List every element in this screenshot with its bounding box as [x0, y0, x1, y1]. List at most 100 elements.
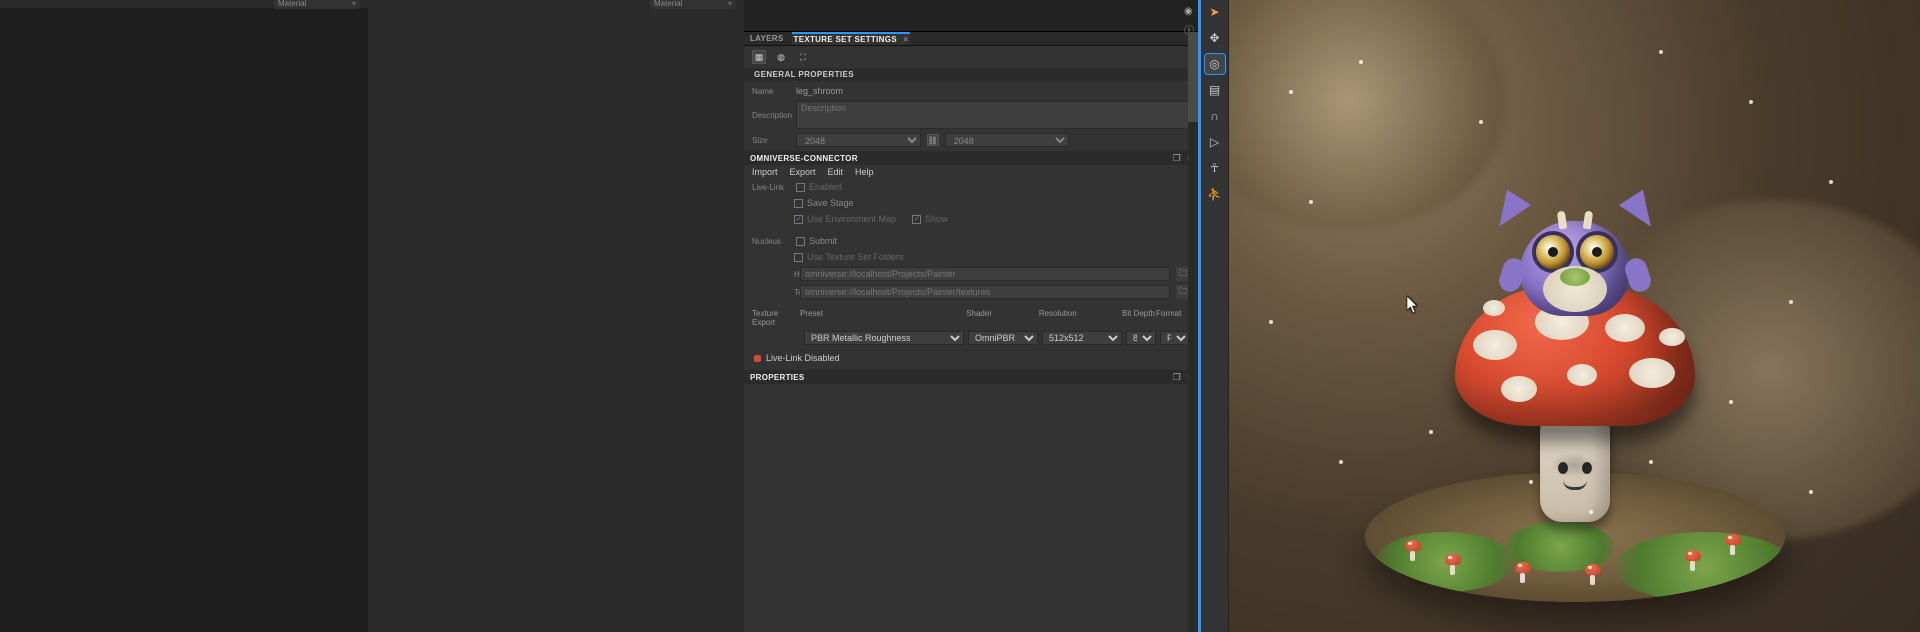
expand-icon[interactable]: ⛶ [796, 50, 810, 64]
render-viewport[interactable] [1229, 0, 1920, 632]
properties-title: PROPERTIES [750, 373, 805, 382]
particle [1589, 510, 1593, 514]
tool-strip: ➤ ✥ ◎ ▤ ∩ ▷ ☥ ⛹ [1201, 0, 1229, 632]
monster-horn [1556, 211, 1566, 230]
link-icon[interactable]: ⛓ [927, 134, 939, 146]
move-tool-icon[interactable]: ✥ [1205, 28, 1225, 48]
viewport-2[interactable] [0, 8, 368, 632]
texture-set-icon[interactable]: ▦ [752, 50, 766, 64]
particle [1429, 430, 1433, 434]
scrollbar-vertical[interactable] [1188, 32, 1198, 632]
dock-icon[interactable]: ❐ [1173, 153, 1181, 164]
tab-texture-set-settings[interactable]: TEXTURE SET SETTINGS × [792, 32, 911, 45]
cap-spot [1501, 376, 1537, 402]
properties-titlebar: PROPERTIES ❐ × [744, 370, 1198, 384]
cap-spot [1483, 300, 1505, 316]
tiny-mushroom [1725, 534, 1741, 554]
skeleton-tool-icon[interactable]: ☥ [1205, 158, 1225, 178]
format-select[interactable]: PNG [1160, 331, 1190, 345]
menu-help[interactable]: Help [855, 167, 874, 177]
bitdepth-select[interactable]: 8 [1126, 331, 1156, 345]
cap-spot [1473, 330, 1517, 360]
close-icon[interactable]: × [903, 35, 908, 44]
particle [1359, 60, 1363, 64]
particle [1269, 320, 1273, 324]
omniverse-title: OMNIVERSE-CONNECTOR [750, 154, 858, 163]
size-width-select[interactable]: 2048 [796, 133, 921, 147]
general-properties-form: Name leg_shroom Description Size 2048 ⛓ … [744, 81, 1198, 151]
section-general-properties: GENERAL PROPERTIES [744, 68, 1198, 81]
omniverse-menubar: Import Export Edit Help [744, 165, 1198, 179]
chevron-down-icon: ▾ [728, 0, 732, 8]
stem-eye-icon [1582, 462, 1592, 474]
monster-body [1520, 221, 1630, 316]
label-nucleus: Nucleus [752, 237, 790, 246]
info-icon[interactable]: ⓘ [1184, 22, 1194, 32]
layers-tool-icon[interactable]: ▤ [1205, 80, 1225, 100]
menu-import[interactable]: Import [752, 167, 778, 177]
stem-eye-icon [1558, 462, 1568, 474]
checkbox-enabled[interactable]: Enabled [796, 182, 842, 192]
checkbox-submit[interactable]: Submit [796, 236, 837, 246]
menu-export[interactable]: Export [790, 167, 816, 177]
magnet-tool-icon[interactable]: ∩ [1205, 106, 1225, 126]
menu-edit[interactable]: Edit [828, 167, 844, 177]
globe-icon[interactable]: ◍ [774, 50, 788, 64]
cap-spot [1567, 364, 1597, 386]
label-host: Host [752, 270, 794, 279]
particle [1529, 480, 1533, 484]
status-text: Live-Link Disabled [766, 353, 840, 363]
tiny-mushroom [1585, 564, 1601, 584]
tiny-mushroom [1445, 554, 1461, 574]
particle [1829, 180, 1833, 184]
label-size: Size [752, 136, 790, 145]
monster-eye-icon [1536, 235, 1570, 269]
label-textures: Textures [752, 288, 794, 297]
cursor-tool-icon[interactable]: ➤ [1205, 2, 1225, 22]
particle [1809, 490, 1813, 494]
cap-spot [1605, 314, 1645, 342]
particle [1339, 460, 1343, 464]
tab-layers-label: LAYERS [750, 34, 784, 43]
value-name: leg_shroom [796, 86, 843, 96]
shader-select[interactable]: OmniPBR [968, 331, 1038, 345]
status-dot-icon [754, 355, 761, 362]
label-description: Description [752, 111, 790, 120]
cap-spot [1629, 358, 1675, 388]
size-height-select[interactable]: 2048 [945, 133, 1070, 147]
dock-icon[interactable]: ❐ [1173, 372, 1181, 383]
play-tool-icon[interactable]: ▷ [1205, 132, 1225, 152]
panel-tabs: LAYERS TEXTURE SET SETTINGS × [744, 32, 1198, 46]
particle [1789, 300, 1793, 304]
checkbox-use-folders[interactable]: Use Texture Set Folders [794, 252, 903, 262]
mode-dropdown-2[interactable]: Material ▾ [650, 0, 736, 9]
label-texture-export: Texture Export [752, 309, 800, 327]
texture-export-row: PBR Metallic Roughness OmniPBR 512x512 8… [744, 329, 1198, 347]
mode-dropdown-1[interactable]: Material ▾ [274, 0, 360, 9]
texture-set-toolbar: ▦ ◍ ⛶ [744, 46, 1198, 68]
monster-horn [1582, 211, 1592, 230]
scrollbar-thumb[interactable] [1188, 32, 1198, 122]
tiny-mushroom [1685, 550, 1701, 570]
orbit-tool-icon[interactable]: ◎ [1205, 54, 1225, 74]
checkbox-show[interactable]: Show [912, 214, 948, 224]
mode-dropdown-2-label: Material [654, 0, 682, 8]
texture-export-header: Texture Export Preset Shader Resolution … [744, 307, 1198, 329]
character-tool-icon[interactable]: ⛹ [1205, 184, 1225, 204]
omniverse-connector-titlebar: OMNIVERSE-CONNECTOR ❐ × [744, 151, 1198, 165]
right-panel-stack: ◉ ⓘ LAYERS TEXTURE SET SETTINGS × ▦ ◍ ⛶ … [744, 0, 1198, 632]
preset-select[interactable]: PBR Metallic Roughness [804, 331, 964, 345]
description-input[interactable] [796, 101, 1190, 129]
textures-input[interactable] [800, 285, 1170, 299]
checkbox-save-stage[interactable]: Save Stage [794, 198, 854, 208]
particle [1659, 50, 1663, 54]
camera-icon[interactable]: ◉ [1184, 6, 1194, 16]
resolution-select[interactable]: 512x512 [1042, 331, 1122, 345]
mini-viewport[interactable]: ◉ ⓘ [744, 0, 1198, 32]
monster-character [1505, 196, 1645, 316]
tab-layers[interactable]: LAYERS [748, 33, 786, 44]
particle [1649, 460, 1653, 464]
host-input[interactable] [800, 267, 1170, 281]
left-viewport-area: Material ▾ Material ▾ [0, 0, 744, 632]
checkbox-env-map[interactable]: Use Environment Map [794, 214, 896, 224]
